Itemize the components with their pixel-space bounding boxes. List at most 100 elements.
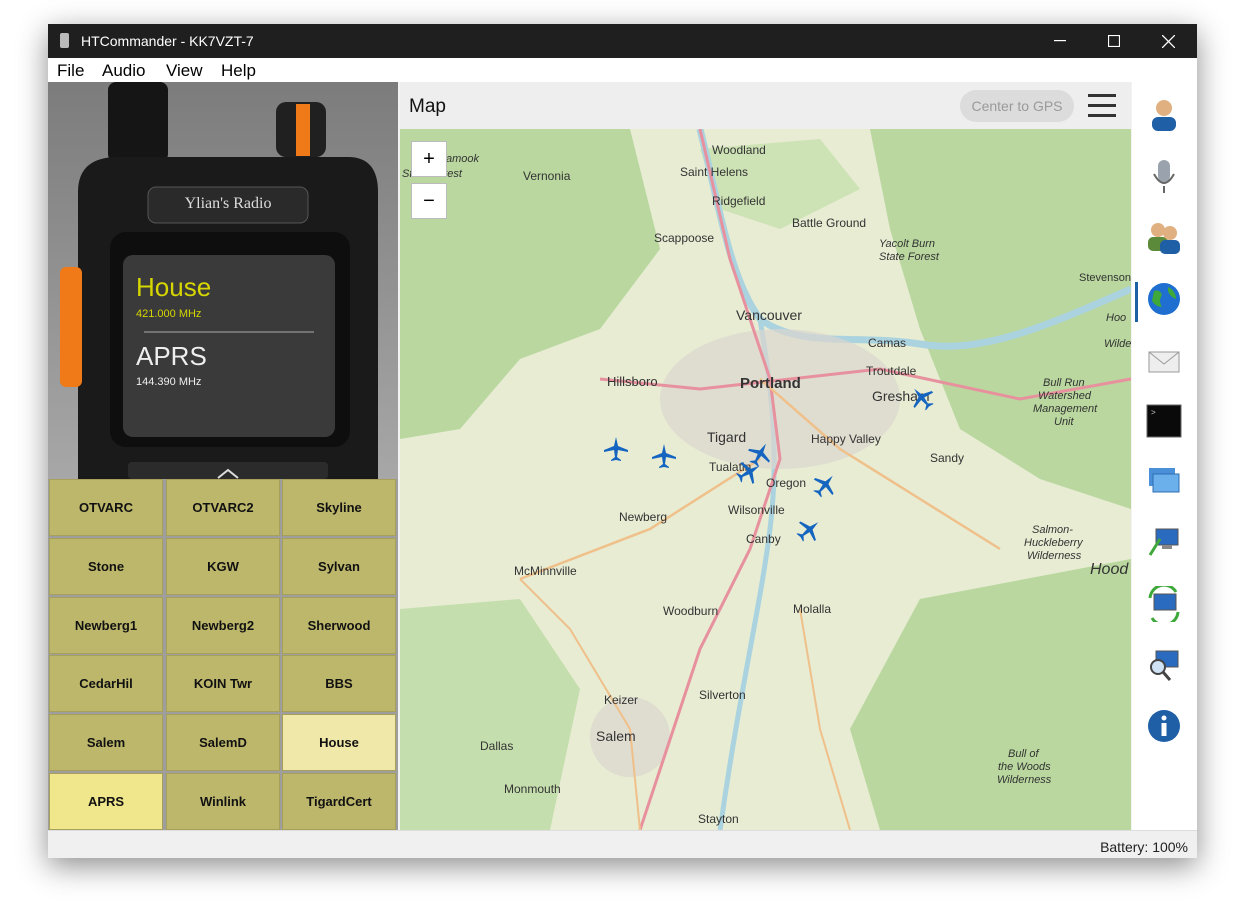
channel-button[interactable]: SalemD bbox=[166, 714, 280, 771]
menu-help[interactable]: Help bbox=[221, 61, 256, 81]
minimize-button[interactable] bbox=[1037, 24, 1083, 58]
active-indicator bbox=[1135, 282, 1138, 322]
svg-text:Watershed: Watershed bbox=[1038, 390, 1092, 402]
svg-text:Wilsonville: Wilsonville bbox=[728, 503, 785, 517]
vfo-b-name: APRS bbox=[136, 341, 207, 371]
zoom-in-button[interactable]: + bbox=[411, 141, 447, 177]
radio-body-illustration bbox=[60, 82, 378, 479]
mail-icon[interactable] bbox=[1146, 342, 1182, 378]
svg-text:Silverton: Silverton bbox=[699, 688, 746, 702]
map-tiles: Woodland Saint Helens Vernonia Ridgefiel… bbox=[400, 129, 1131, 830]
aircraft-marker[interactable] bbox=[811, 471, 839, 499]
menu-audio[interactable]: Audio bbox=[102, 61, 145, 81]
svg-text:Salmon-: Salmon- bbox=[1032, 524, 1073, 536]
svg-text:Stevenson: Stevenson bbox=[1079, 272, 1131, 284]
menu-view[interactable]: View bbox=[166, 61, 203, 81]
svg-text:Troutdale: Troutdale bbox=[866, 364, 917, 378]
aircraft-marker[interactable] bbox=[602, 435, 630, 463]
map-panel: Map Center to GPS Woodland Saint Helens … bbox=[400, 82, 1131, 830]
svg-text:Yacolt Burn: Yacolt Burn bbox=[879, 238, 935, 250]
windows-icon[interactable] bbox=[1146, 464, 1182, 500]
close-button[interactable] bbox=[1145, 24, 1191, 58]
info-icon[interactable] bbox=[1146, 708, 1182, 744]
channel-button[interactable]: KOIN Twr bbox=[166, 655, 280, 712]
channel-button[interactable]: Salem bbox=[49, 714, 163, 771]
svg-text:Hood: Hood bbox=[1090, 561, 1129, 578]
svg-text:Bull Run: Bull Run bbox=[1043, 377, 1085, 389]
zoom-out-button[interactable]: − bbox=[411, 183, 447, 219]
radio-name-label: Ylian's Radio bbox=[184, 195, 272, 212]
channel-button[interactable]: Stone bbox=[49, 538, 163, 595]
title-bar: HTCommander - KK7VZT-7 bbox=[48, 24, 1197, 58]
svg-text:Keizer: Keizer bbox=[604, 693, 638, 707]
vfo-a-frequency: 421.000 MHz bbox=[136, 308, 202, 320]
channel-button[interactable]: CedarHil bbox=[49, 655, 163, 712]
svg-text:Sandy: Sandy bbox=[930, 451, 964, 465]
svg-text:Scappoose: Scappoose bbox=[654, 231, 714, 245]
aircraft-marker[interactable] bbox=[735, 458, 763, 486]
svg-text:Salem: Salem bbox=[596, 728, 636, 744]
radio-image: Ylian's Radio House 421.000 MHz APRS 144… bbox=[48, 82, 398, 479]
aircraft-marker[interactable] bbox=[650, 442, 678, 470]
svg-text:Woodburn: Woodburn bbox=[663, 604, 718, 618]
vfo-a-name: House bbox=[136, 272, 212, 302]
svg-text:Tigard: Tigard bbox=[707, 429, 746, 445]
svg-text:>: > bbox=[1151, 408, 1156, 417]
channel-button[interactable]: Sylvan bbox=[282, 538, 396, 595]
globe-icon[interactable] bbox=[1146, 281, 1182, 317]
menu-bar: File Audio View Help bbox=[48, 58, 1197, 82]
aircraft-marker[interactable] bbox=[908, 384, 936, 412]
users-icon[interactable] bbox=[1146, 219, 1182, 255]
app-window: HTCommander - KK7VZT-7 File Audio View H… bbox=[48, 24, 1197, 858]
svg-text:Ridgefield: Ridgefield bbox=[712, 194, 765, 208]
svg-text:Vancouver: Vancouver bbox=[736, 307, 802, 323]
channel-button[interactable]: Newberg1 bbox=[49, 597, 163, 654]
channel-button[interactable]: OTVARC2 bbox=[166, 479, 280, 536]
map-title: Map bbox=[409, 96, 446, 117]
minimize-icon bbox=[1054, 40, 1066, 42]
svg-text:Oregon: Oregon bbox=[766, 476, 806, 490]
svg-text:Bull of: Bull of bbox=[1008, 748, 1040, 760]
svg-text:Wilderness: Wilderness bbox=[1027, 550, 1082, 562]
microphone-icon[interactable] bbox=[1146, 158, 1182, 194]
contacts-icon[interactable] bbox=[1146, 97, 1182, 133]
menu-file[interactable]: File bbox=[57, 61, 84, 81]
svg-text:the Woods: the Woods bbox=[998, 761, 1051, 773]
channel-button[interactable]: Sherwood bbox=[282, 597, 396, 654]
channel-button[interactable]: TigardCert bbox=[282, 773, 396, 830]
channel-button[interactable]: KGW bbox=[166, 538, 280, 595]
svg-text:Wilde: Wilde bbox=[1104, 338, 1131, 350]
svg-text:Hoo: Hoo bbox=[1106, 312, 1126, 324]
svg-text:Molalla: Molalla bbox=[793, 602, 831, 616]
svg-text:McMinnville: McMinnville bbox=[514, 564, 577, 578]
window-title: HTCommander - KK7VZT-7 bbox=[81, 33, 254, 49]
channel-button[interactable]: Winlink bbox=[166, 773, 280, 830]
channel-button-selected-b[interactable]: APRS bbox=[49, 773, 163, 830]
hamburger-menu-icon[interactable] bbox=[1088, 94, 1116, 118]
channel-button[interactable]: BBS bbox=[282, 655, 396, 712]
battery-status: Battery: 100% bbox=[1100, 839, 1188, 855]
search-computer-icon[interactable] bbox=[1146, 647, 1182, 683]
svg-text:State Forest: State Forest bbox=[879, 251, 940, 263]
channel-grid: OTVARC OTVARC2 Skyline Stone KGW Sylvan … bbox=[48, 479, 398, 831]
sync-icon[interactable] bbox=[1146, 586, 1182, 622]
channel-button[interactable]: Skyline bbox=[282, 479, 396, 536]
radio-panel: Ylian's Radio House 421.000 MHz APRS 144… bbox=[48, 82, 398, 855]
svg-text:Dallas: Dallas bbox=[480, 739, 513, 753]
channel-button-selected-a[interactable]: House bbox=[282, 714, 396, 771]
map-view[interactable]: Woodland Saint Helens Vernonia Ridgefiel… bbox=[400, 129, 1131, 830]
terminal-icon[interactable]: > bbox=[1146, 403, 1182, 439]
status-bar: Battery: 100% bbox=[48, 830, 1197, 858]
right-sidebar: > bbox=[1132, 82, 1197, 830]
channel-button[interactable]: Newberg2 bbox=[166, 597, 280, 654]
channel-button[interactable]: OTVARC bbox=[49, 479, 163, 536]
aircraft-marker[interactable] bbox=[795, 516, 823, 544]
svg-text:Saint Helens: Saint Helens bbox=[680, 165, 748, 179]
network-icon[interactable] bbox=[1146, 525, 1182, 561]
svg-text:Monmouth: Monmouth bbox=[504, 782, 561, 796]
center-to-gps-button[interactable]: Center to GPS bbox=[960, 90, 1074, 122]
svg-text:Huckleberry: Huckleberry bbox=[1024, 537, 1084, 549]
svg-text:Happy Valley: Happy Valley bbox=[811, 432, 881, 446]
close-icon bbox=[1161, 34, 1175, 48]
maximize-button[interactable] bbox=[1091, 24, 1137, 58]
